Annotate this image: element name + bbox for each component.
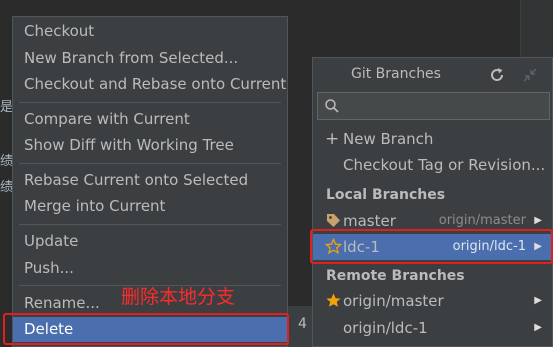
delete-highlight-box bbox=[3, 313, 289, 345]
submenu-arrow-icon: ▶ bbox=[534, 295, 542, 306]
branch-search-input[interactable] bbox=[317, 92, 550, 120]
branch-item-origin-ldc-1[interactable]: origin/ldc-1 ▶ bbox=[313, 315, 552, 341]
menu-item-new-branch-from-selected[interactable]: New Branch from Selected... bbox=[13, 46, 287, 71]
branch-name: origin/master bbox=[343, 292, 444, 310]
menu-item-checkout-and-rebase[interactable]: Checkout and Rebase onto Current bbox=[13, 72, 287, 97]
submenu-arrow-icon: ▶ bbox=[534, 322, 542, 333]
action-label: Checkout Tag or Revision... bbox=[343, 156, 546, 174]
git-branches-popup: Git Branches + New Branch Checkout Tag o… bbox=[312, 57, 553, 347]
popup-header: Git Branches bbox=[313, 58, 552, 92]
tag-icon bbox=[327, 214, 340, 227]
menu-item-checkout[interactable]: Checkout bbox=[13, 19, 287, 44]
plus-icon: + bbox=[325, 129, 340, 149]
menu-item-merge-into-current[interactable]: Merge into Current bbox=[13, 194, 287, 219]
collapse-icon[interactable] bbox=[521, 66, 539, 84]
menu-item-update[interactable]: Update bbox=[13, 229, 287, 254]
search-icon bbox=[325, 99, 339, 113]
local-branches-header: Local Branches bbox=[326, 187, 446, 203]
menu-separator bbox=[19, 102, 281, 103]
action-new-branch[interactable]: + New Branch bbox=[313, 126, 552, 152]
menu-separator bbox=[19, 163, 281, 164]
menu-item-compare-with-current[interactable]: Compare with Current bbox=[13, 107, 287, 132]
menu-item-rebase-current-onto-selected[interactable]: Rebase Current onto Selected bbox=[13, 168, 287, 193]
action-label: New Branch bbox=[343, 130, 434, 148]
refresh-icon[interactable] bbox=[488, 66, 506, 84]
action-checkout-tag[interactable]: Checkout Tag or Revision... bbox=[313, 152, 552, 178]
star-filled-icon bbox=[326, 293, 341, 307]
remote-branches-header: Remote Branches bbox=[326, 268, 465, 284]
popup-title: Git Branches bbox=[351, 66, 441, 82]
menu-item-show-diff[interactable]: Show Diff with Working Tree bbox=[13, 133, 287, 158]
ldc-1-highlight-box bbox=[310, 229, 553, 264]
menu-item-push[interactable]: Push... bbox=[13, 256, 287, 281]
status-number: 4 bbox=[298, 316, 307, 332]
branch-item-origin-master[interactable]: origin/master ▶ bbox=[313, 288, 552, 314]
menu-separator bbox=[19, 224, 281, 225]
annotation-label: 删除本地分支 bbox=[121, 286, 236, 308]
branch-name: origin/ldc-1 bbox=[343, 319, 428, 337]
